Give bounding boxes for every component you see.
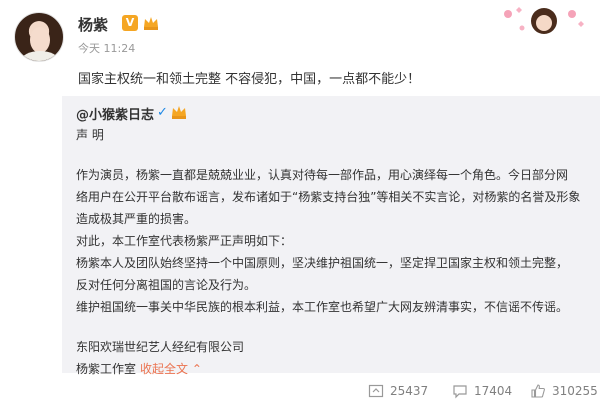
statement-line: 反对任何分离祖国的言论及行为。 bbox=[76, 278, 257, 292]
statement-line: 络用户在公开平台散布谣言，发布诸如于“杨紫支持台独”等相关不实言论，对杨紫的名誉… bbox=[76, 190, 581, 204]
verified-blue-v-icon: ✓ bbox=[157, 105, 168, 120]
studio-signature: 杨紫工作室 bbox=[76, 362, 137, 376]
repost-button[interactable]: 25437 bbox=[368, 382, 428, 400]
comment-icon bbox=[453, 385, 467, 399]
post-text: 国家主权统一和领土完整 不容侵犯，中国，一点都不能少！ bbox=[78, 72, 421, 87]
repost-box: @小猴紫日志 ✓ 声 明 作为演员，杨紫一直都是兢兢业业，认真对待每一部作品，用… bbox=[62, 96, 600, 376]
statement-line: 造成极其严重的损害。 bbox=[76, 212, 197, 226]
comment-button[interactable]: 17404 bbox=[452, 382, 512, 400]
collapse-full-text-link[interactable]: 收起全文 ⌃ bbox=[140, 360, 202, 377]
repost-count: 25437 bbox=[390, 384, 429, 398]
verified-v-icon: V bbox=[122, 15, 138, 31]
statement-title: 声 明 bbox=[76, 128, 104, 142]
vip-crown-icon bbox=[144, 17, 158, 30]
statement-line: 杨紫本人及团队始终坚持一个中国原则，坚决维护祖国统一，坚定捍卫国家主权和领土完整… bbox=[76, 256, 569, 270]
vip-crown-icon bbox=[172, 106, 186, 119]
post-username[interactable]: 杨紫 bbox=[78, 14, 108, 35]
weibo-post-card: 杨紫 V 今天 11:24 国家主权统一和领土完整 不容侵犯，中国，一点都不能少… bbox=[0, 0, 600, 407]
avatar-body bbox=[21, 51, 59, 61]
like-count: 310255 bbox=[552, 384, 598, 398]
post-timestamp[interactable]: 今天 11:24 bbox=[78, 40, 135, 56]
thumbs-up-icon bbox=[531, 384, 545, 398]
statement-line: 作为演员，杨紫一直都是兢兢业业，认真对待每一部作品，用心演绎每一个角色。今日部分… bbox=[76, 168, 569, 182]
statement-line: 对此，本工作室代表杨紫严正声明如下： bbox=[76, 234, 293, 248]
avatar-face bbox=[30, 27, 50, 53]
comment-count: 17404 bbox=[474, 384, 513, 398]
user-avatar[interactable] bbox=[14, 12, 64, 62]
repost-icon bbox=[368, 384, 384, 398]
company-signature: 东阳欢瑞世纪艺人经纪有限公司 bbox=[76, 340, 245, 354]
repost-username[interactable]: @小猴紫日志 bbox=[76, 104, 154, 123]
decorative-sticker-icon bbox=[504, 7, 584, 34]
statement-line: 维护祖国统一事关中华民族的根本利益，本工作室也希望广大网友辨清事实，不信谣不传谣… bbox=[76, 300, 569, 314]
like-button[interactable]: 310255 bbox=[530, 382, 598, 400]
action-bar: 25437 17404 310255 bbox=[62, 376, 600, 407]
